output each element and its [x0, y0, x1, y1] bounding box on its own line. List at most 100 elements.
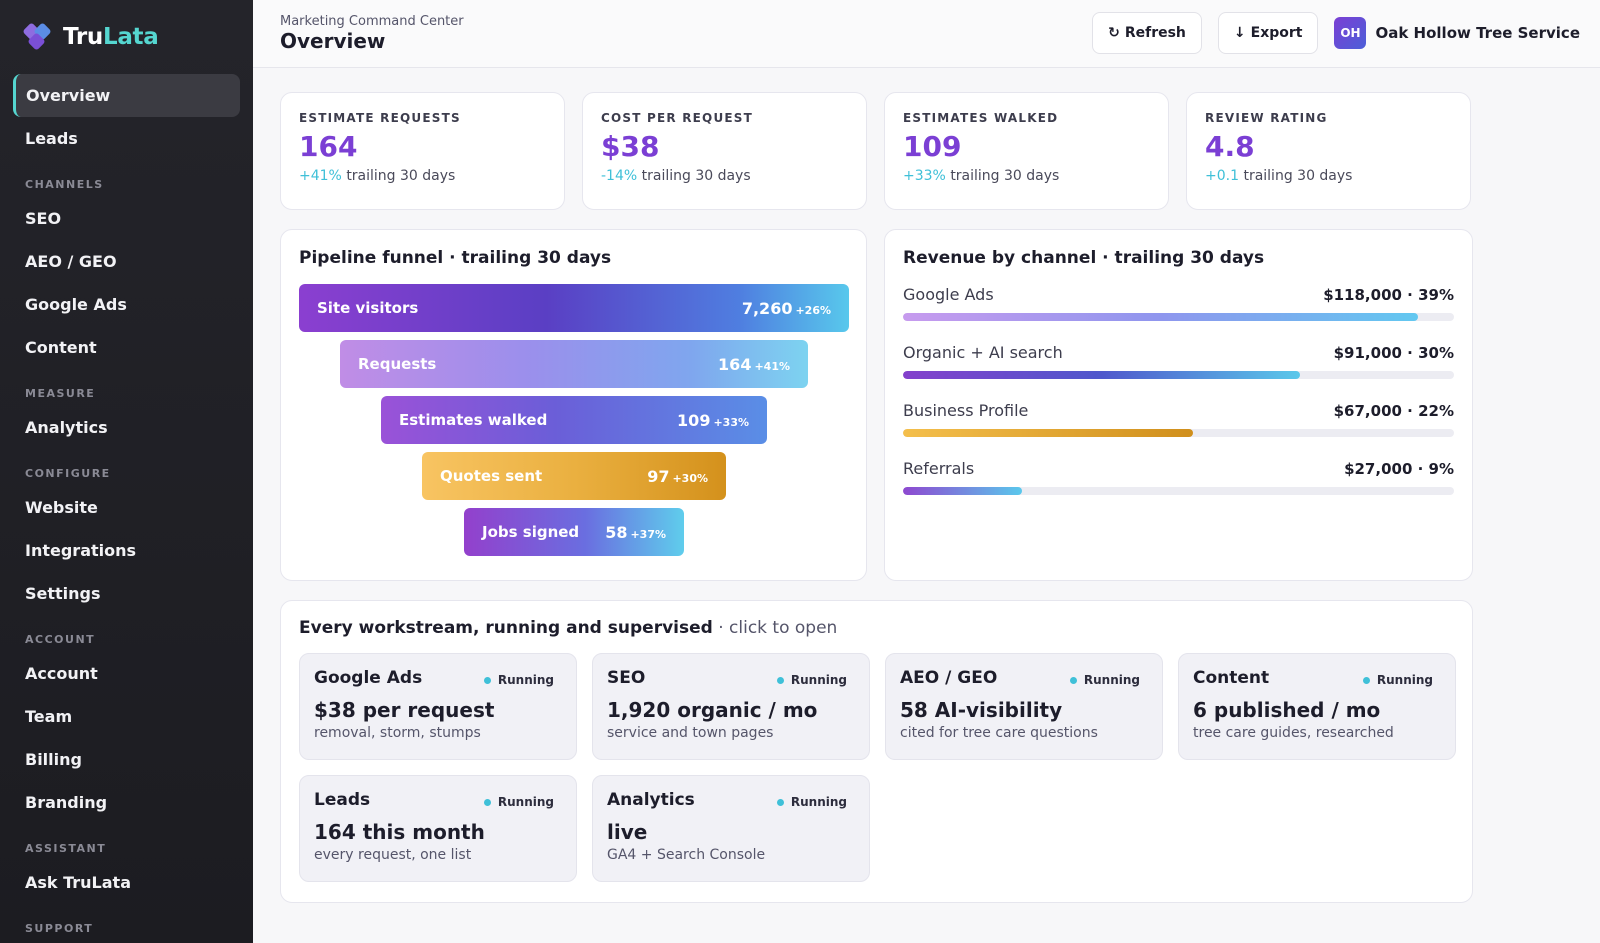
avatar: OH	[1334, 17, 1367, 49]
funnel-stage-delta: +33%	[713, 415, 749, 429]
sidebar-section-account: ACCOUNT	[25, 633, 96, 646]
sidebar-item-google-ads[interactable]: Google Ads	[13, 283, 240, 326]
workstream-tile-leads[interactable]: Leads Running 164 this month every reque…	[299, 775, 577, 882]
workstream-tile-aeo-geo[interactable]: AEO / GEO Running 58 AI-visibility cited…	[885, 653, 1163, 760]
refresh-label: Refresh	[1124, 25, 1186, 41]
funnel-stage-value: 164 +41%	[718, 355, 790, 374]
funnel-stage-delta: +37%	[630, 527, 666, 541]
funnel-stage-label: Requests	[358, 355, 437, 373]
stat-label: REVIEW RATING	[1205, 111, 1328, 125]
stat-card-estimate-requests[interactable]: ESTIMATE REQUESTS 164 +41% trailing 30 d…	[280, 92, 565, 210]
refresh-button[interactable]: ↻ Refresh	[1092, 12, 1202, 54]
sidebar-item-overview[interactable]: Overview	[13, 74, 240, 117]
funnel-stage-requests[interactable]: Requests 164 +41%	[340, 340, 808, 388]
funnel-stage-delta: +30%	[672, 471, 708, 485]
logo-icon	[22, 22, 52, 51]
stat-card-cost-per-request[interactable]: COST PER REQUEST $38 -14% trailing 30 da…	[582, 92, 867, 210]
stat-card-estimates-walked[interactable]: ESTIMATES WALKED 109 +33% trailing 30 da…	[884, 92, 1169, 210]
sidebar-item-account[interactable]: Account	[13, 652, 240, 695]
workstream-tile-analytics[interactable]: Analytics Running live GA4 + Search Cons…	[592, 775, 870, 882]
stat-subtext: +41% trailing 30 days	[299, 168, 546, 184]
sidebar-item-leads[interactable]: Leads	[13, 117, 240, 160]
sidebar-item-aeo-geo[interactable]: AEO / GEO	[13, 240, 240, 283]
revenue-row-organic-ai-search[interactable]: Organic + AI search $91,000 · 30%	[903, 343, 1454, 379]
refresh-icon: ↻	[1108, 25, 1120, 41]
channel-name: Google Ads	[903, 285, 994, 304]
panel-title: Every workstream, running and supervised…	[299, 618, 1454, 638]
workstream-value: live	[607, 820, 648, 844]
revenue-row-google-ads[interactable]: Google Ads $118,000 · 39%	[903, 285, 1454, 321]
workstream-value: 164 this month	[314, 820, 485, 844]
stat-period: trailing 30 days	[950, 168, 1060, 184]
org-name: Oak Hollow Tree Service	[1375, 24, 1580, 42]
funnel-stage-value: 97 +30%	[647, 467, 708, 486]
status-badge: Running	[1069, 673, 1140, 687]
funnel-stage-value: 7,260 +26%	[742, 299, 831, 318]
revenue-bar-track	[903, 429, 1454, 437]
brand[interactable]: TruLata	[0, 0, 253, 74]
stat-label: ESTIMATE REQUESTS	[299, 111, 461, 125]
channel-name: Referrals	[903, 459, 975, 478]
status-dot-icon	[1362, 676, 1370, 684]
status-badge: Running	[776, 673, 847, 687]
export-button[interactable]: ↓ Export	[1217, 12, 1319, 54]
dashboard-content: ESTIMATE REQUESTS 164 +41% trailing 30 d…	[280, 92, 1473, 903]
sidebar-item-seo[interactable]: SEO	[13, 197, 240, 240]
funnel-stage-estimates-walked[interactable]: Estimates walked 109 +33%	[381, 396, 767, 444]
workstream-tile-content[interactable]: Content Running 6 published / mo tree ca…	[1178, 653, 1456, 760]
funnel-stage-jobs-signed[interactable]: Jobs signed 58 +37%	[464, 508, 684, 556]
workstreams-title: Every workstream, running and supervised	[299, 618, 713, 638]
revenue-bar-fill	[903, 313, 1419, 321]
funnel-stage-delta: +41%	[754, 359, 790, 373]
status-dot-icon	[1069, 676, 1077, 684]
sidebar-section-channels: CHANNELS	[25, 178, 104, 191]
funnel-stage-label: Estimates walked	[399, 411, 548, 429]
channel-name: Organic + AI search	[903, 343, 1063, 362]
panel-title: Revenue by channel · trailing 30 days	[903, 248, 1265, 268]
sidebar-section-support: SUPPORT	[25, 922, 94, 935]
sidebar-item-analytics[interactable]: Analytics	[13, 406, 240, 449]
channel-amount: $118,000 · 39%	[1323, 286, 1454, 304]
sidebar-item-integrations[interactable]: Integrations	[13, 529, 240, 572]
stat-card-review-rating[interactable]: REVIEW RATING 4.8 +0.1 trailing 30 days	[1186, 92, 1471, 210]
workstream-tile-google-ads[interactable]: Google Ads Running $38 per request remov…	[299, 653, 577, 760]
funnel-stage-site-visitors[interactable]: Site visitors 7,260 +26%	[299, 284, 849, 332]
workstream-value: 58 AI-visibility	[900, 698, 1063, 722]
workstream-subtext: cited for tree care questions	[900, 725, 1098, 741]
sidebar-item-settings[interactable]: Settings	[13, 572, 240, 615]
sidebar-item-content[interactable]: Content	[13, 326, 240, 369]
funnel-stage-value: 109 +33%	[677, 411, 749, 430]
top-actions: ↻ Refresh ↓ Export OH Oak Hollow Tree Serv…	[1092, 12, 1580, 54]
revenue-row-business-profile[interactable]: Business Profile $67,000 · 22%	[903, 401, 1454, 437]
status-dot-icon	[776, 676, 784, 684]
sidebar-item-billing[interactable]: Billing	[13, 738, 240, 781]
workstream-value: 1,920 organic / mo	[607, 698, 818, 722]
breadcrumb: Marketing Command Center	[280, 14, 464, 29]
funnel-stage-count: 7,260	[741, 298, 793, 318]
workstream-tile-seo[interactable]: SEO Running 1,920 organic / mo service a…	[592, 653, 870, 760]
status-text: Running	[497, 795, 554, 809]
sidebar-item-ask-trulata[interactable]: Ask TruLata	[13, 861, 240, 904]
stat-subtext: -14% trailing 30 days	[601, 168, 848, 184]
sidebar-item-team[interactable]: Team	[13, 695, 240, 738]
stat-label: ESTIMATES WALKED	[903, 111, 1059, 125]
revenue-bar-track	[903, 487, 1454, 495]
funnel-stage-count: 109	[677, 410, 711, 430]
stat-subtext: +33% trailing 30 days	[903, 168, 1150, 184]
sidebar-item-website[interactable]: Website	[13, 486, 240, 529]
funnel-stage-quotes-sent[interactable]: Quotes sent 97 +30%	[422, 452, 726, 500]
funnel-stage-label: Quotes sent	[440, 467, 543, 485]
sidebar-section-configure: CONFIGURE	[25, 467, 111, 480]
revenue-bar-fill	[903, 371, 1300, 379]
stat-subtext: +0.1 trailing 30 days	[1205, 168, 1452, 184]
revenue-bar-fill	[903, 487, 1023, 495]
revenue-row-referrals[interactable]: Referrals $27,000 · 9%	[903, 459, 1454, 495]
revenue-channel-list: Google Ads $118,000 · 39% Organic + AI se…	[903, 285, 1454, 495]
main-area: Marketing Command Center Overview ↻ Refre…	[253, 0, 1600, 943]
sidebar-item-branding[interactable]: Branding	[13, 781, 240, 824]
org-switcher[interactable]: OH Oak Hollow Tree Service	[1334, 17, 1580, 49]
stat-value: 4.8	[1205, 130, 1255, 163]
status-dot-icon	[776, 798, 784, 806]
workstream-subtext: GA4 + Search Console	[607, 847, 766, 863]
funnel-stage-count: 97	[647, 466, 670, 486]
